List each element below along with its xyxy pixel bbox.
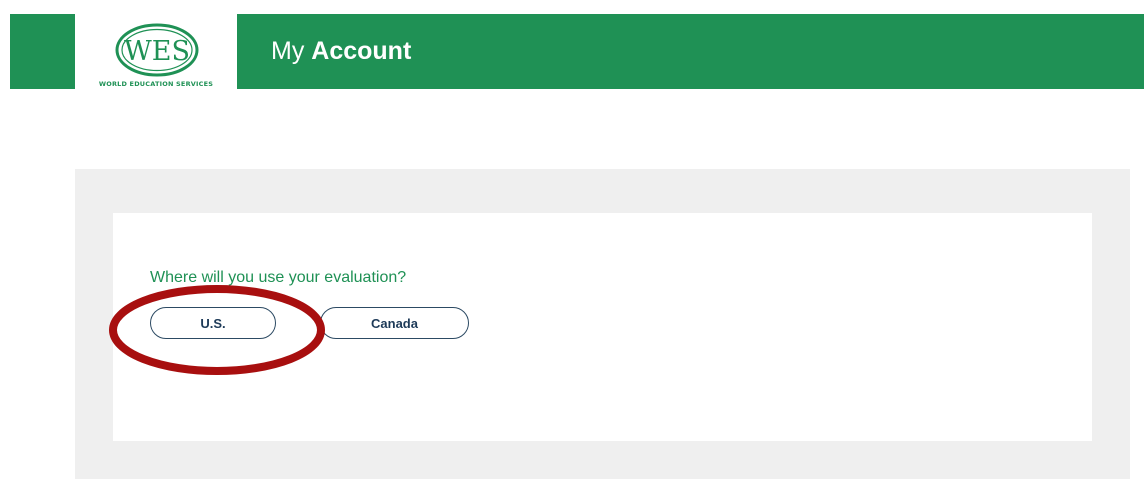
svg-text:WES: WES	[124, 36, 190, 67]
page-title-main: Account	[311, 37, 412, 65]
page-title-prefix: My	[271, 37, 305, 65]
wes-logo[interactable]: WES WORLD EDUCATION SERVICES	[75, 14, 237, 90]
evaluation-question: Where will you use your evaluation?	[150, 269, 407, 286]
page-title: My Account	[271, 33, 411, 69]
canada-option-button[interactable]: Canada	[320, 307, 469, 339]
logo-subtitle: WORLD EDUCATION SERVICES	[98, 80, 214, 88]
wes-logo-mark: WES	[115, 23, 199, 77]
us-option-button[interactable]: U.S.	[150, 307, 276, 339]
